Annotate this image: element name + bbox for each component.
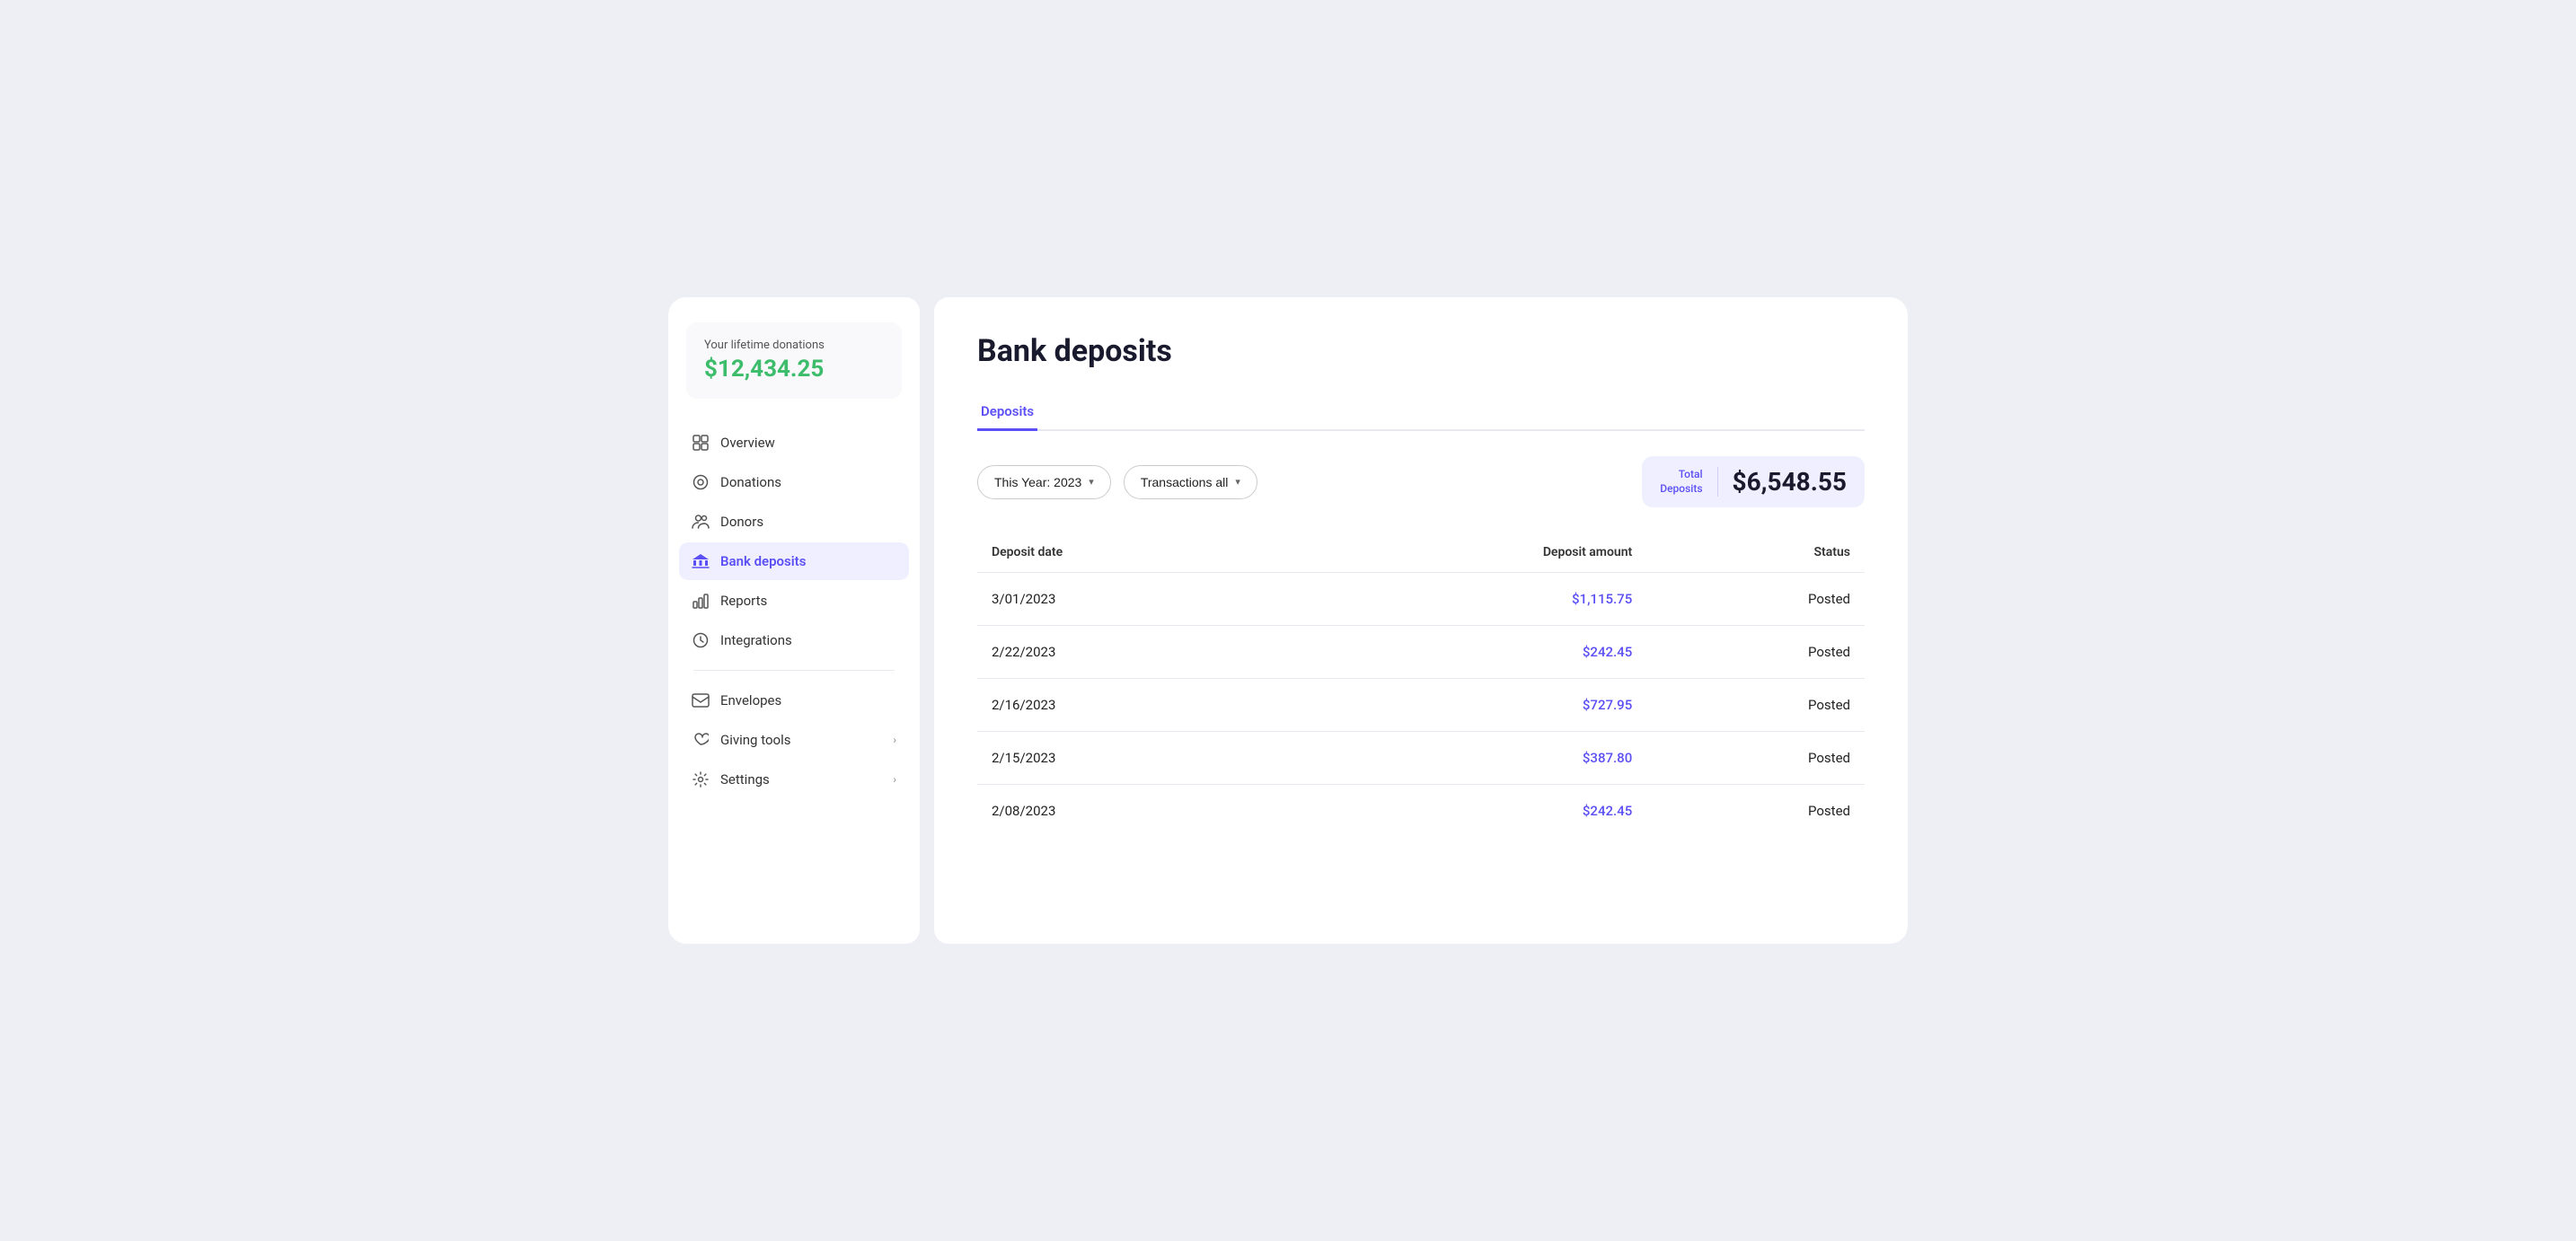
table-row[interactable]: 2/22/2023 $242.45 Posted [977, 626, 1865, 679]
giving-tools-chevron-icon: › [893, 734, 896, 746]
table-row[interactable]: 3/01/2023 $1,115.75 Posted [977, 573, 1865, 626]
cell-amount-0: $1,115.75 [1284, 573, 1646, 626]
page-title: Bank deposits [977, 333, 1865, 369]
year-filter-label: This Year: 2023 [994, 475, 1081, 489]
sidebar-item-donations[interactable]: Donations [679, 463, 909, 501]
tab-deposits[interactable]: Deposits [977, 394, 1037, 431]
sidebar-item-envelopes-label: Envelopes [720, 692, 781, 709]
sidebar-item-donors-label: Donors [720, 514, 763, 530]
donations-icon [692, 473, 710, 491]
transactions-filter-chevron-icon: ▾ [1235, 476, 1240, 488]
cell-amount-4: $242.45 [1284, 785, 1646, 838]
integrations-icon [692, 631, 710, 649]
transactions-filter-label: Transactions all [1141, 475, 1229, 489]
total-deposits-label: TotalDeposits [1660, 468, 1702, 496]
sidebar-item-bank-deposits-label: Bank deposits [720, 553, 806, 569]
main-content: Bank deposits Deposits This Year: 2023 ▾… [934, 297, 1908, 944]
deposits-table: Deposit date Deposit amount Status 3/01/… [977, 536, 1865, 837]
grid-icon [692, 434, 710, 452]
people-icon [692, 513, 710, 531]
filters-row: This Year: 2023 ▾ Transactions all ▾ Tot… [977, 456, 1865, 507]
sidebar-item-integrations-label: Integrations [720, 632, 792, 648]
cell-amount-3: $387.80 [1284, 732, 1646, 785]
nav-divider [693, 670, 895, 671]
col-header-date: Deposit date [977, 536, 1284, 573]
sidebar-item-envelopes[interactable]: Envelopes [679, 682, 909, 719]
giving-icon [692, 731, 710, 749]
cell-date-0: 3/01/2023 [977, 573, 1284, 626]
sidebar-item-settings-label: Settings [720, 771, 770, 788]
lifetime-amount: $12,434.25 [704, 356, 884, 383]
col-header-status: Status [1646, 536, 1865, 573]
sidebar-item-donations-label: Donations [720, 474, 781, 490]
sidebar-item-donors[interactable]: Donors [679, 503, 909, 541]
sidebar-item-settings[interactable]: Settings › [679, 761, 909, 798]
cell-date-4: 2/08/2023 [977, 785, 1284, 838]
cell-status-4: Posted [1646, 785, 1865, 838]
year-filter-button[interactable]: This Year: 2023 ▾ [977, 465, 1111, 499]
sidebar-item-overview-label: Overview [720, 435, 775, 451]
sidebar-item-giving-tools-label: Giving tools [720, 732, 790, 748]
cell-date-1: 2/22/2023 [977, 626, 1284, 679]
sidebar: Your lifetime donations $12,434.25 Overv… [668, 297, 920, 944]
sidebar-item-integrations[interactable]: Integrations [679, 621, 909, 659]
cell-status-1: Posted [1646, 626, 1865, 679]
app-container: Your lifetime donations $12,434.25 Overv… [668, 297, 1908, 944]
col-header-amount: Deposit amount [1284, 536, 1646, 573]
chart-icon [692, 592, 710, 610]
envelopes-icon [692, 691, 710, 709]
sidebar-item-bank-deposits[interactable]: Bank deposits [679, 542, 909, 580]
nav-section: Overview Donations [668, 424, 920, 798]
settings-icon [692, 770, 710, 788]
sidebar-item-giving-tools[interactable]: Giving tools › [679, 721, 909, 759]
year-filter-chevron-icon: ▾ [1089, 476, 1094, 488]
tabs-bar: Deposits [977, 394, 1865, 431]
table-row[interactable]: 2/08/2023 $242.45 Posted [977, 785, 1865, 838]
cell-status-0: Posted [1646, 573, 1865, 626]
cell-amount-1: $242.45 [1284, 626, 1646, 679]
total-deposits-amount: $6,548.55 [1717, 467, 1847, 497]
cell-status-3: Posted [1646, 732, 1865, 785]
sidebar-item-reports-label: Reports [720, 593, 767, 609]
sidebar-item-overview[interactable]: Overview [679, 424, 909, 462]
settings-chevron-icon: › [893, 773, 896, 786]
cell-date-3: 2/15/2023 [977, 732, 1284, 785]
total-deposits-badge: TotalDeposits $6,548.55 [1642, 456, 1865, 507]
lifetime-card: Your lifetime donations $12,434.25 [686, 322, 902, 399]
cell-status-2: Posted [1646, 679, 1865, 732]
sidebar-item-reports[interactable]: Reports [679, 582, 909, 620]
table-header-row: Deposit date Deposit amount Status [977, 536, 1865, 573]
cell-amount-2: $727.95 [1284, 679, 1646, 732]
table-row[interactable]: 2/16/2023 $727.95 Posted [977, 679, 1865, 732]
lifetime-label: Your lifetime donations [704, 339, 884, 352]
transactions-filter-button[interactable]: Transactions all ▾ [1124, 465, 1257, 499]
cell-date-2: 2/16/2023 [977, 679, 1284, 732]
bank-icon [692, 552, 710, 570]
table-row[interactable]: 2/15/2023 $387.80 Posted [977, 732, 1865, 785]
